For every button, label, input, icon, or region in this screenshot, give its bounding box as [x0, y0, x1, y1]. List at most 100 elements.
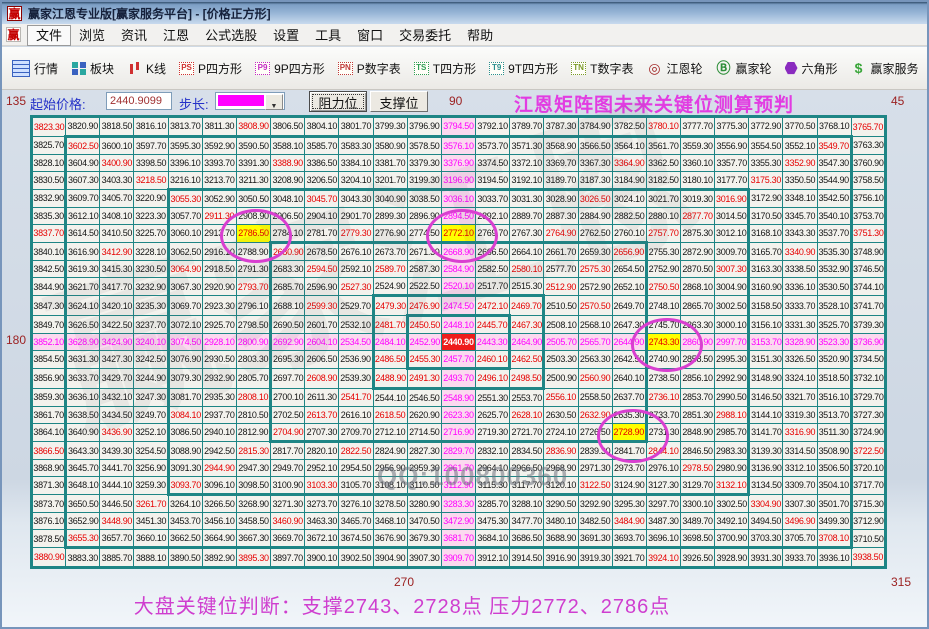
grid-cell: 2920.90 [202, 277, 236, 295]
grid-cell: 2510.50 [544, 296, 578, 316]
grid-cell: 3736.90 [851, 334, 885, 351]
t-number-table-button[interactable]: TNT数字表 [571, 60, 633, 77]
gann-wheel-button[interactable]: ◎江恩轮 [646, 60, 702, 77]
menu-item-2[interactable]: 资讯 [113, 26, 155, 45]
grid-cell: 3482.50 [578, 513, 612, 530]
grid-cell: 3218.50 [134, 171, 168, 189]
grid-cell: 3084.10 [168, 406, 202, 423]
grid-cell: 2810.50 [236, 406, 270, 423]
grid-cell: 2644.90 [612, 334, 646, 351]
grid-cell: 2918.50 [202, 261, 236, 278]
grid-cell: 3684.10 [476, 529, 510, 547]
sectors-button[interactable]: 板块 [71, 60, 114, 77]
grid-cell: 3465.70 [339, 513, 373, 530]
grid-cell: 3393.70 [202, 154, 236, 171]
menu-item-3[interactable]: 江恩 [155, 26, 197, 45]
grid-cell: 2822.50 [339, 441, 373, 459]
p-square-button[interactable]: PSP四方形 [179, 60, 242, 77]
grid-cell: 3585.70 [305, 136, 339, 154]
grid-cell: 3717.70 [851, 476, 885, 494]
grid-cell: 2680.90 [271, 243, 305, 261]
menu-item-0[interactable]: 文件 [27, 25, 71, 46]
grid-cell: 3357.70 [715, 154, 749, 171]
grid-cell: 3254.50 [134, 441, 168, 459]
kline-button[interactable]: K线 [127, 60, 166, 77]
start-price-input[interactable] [106, 92, 172, 110]
grid-cell: 2659.30 [578, 243, 612, 261]
9p-square-button[interactable]: P99P四方形 [255, 60, 325, 77]
grid-cell: 3002.50 [715, 296, 749, 316]
menu-item-6[interactable]: 工具 [307, 26, 349, 45]
grid-cell: 2798.50 [236, 315, 270, 333]
grid-cell: 3312.10 [783, 460, 817, 477]
menu-item-7[interactable]: 窗口 [349, 26, 391, 45]
grid-cell: 3494.50 [749, 513, 783, 530]
grid-cell: 3396.10 [168, 154, 202, 171]
grid-cell: 3878.50 [32, 529, 66, 547]
grid-cell: 2870.50 [680, 261, 714, 278]
grid-cell: 3271.30 [271, 495, 305, 513]
grid-cell: 3026.50 [578, 189, 612, 207]
grid-cell: 3216.10 [168, 171, 202, 189]
hexagon-button[interactable]: 六角形 [785, 60, 838, 77]
t-square-button[interactable]: TST四方形 [414, 60, 476, 77]
grid-cell: 2580.10 [510, 261, 544, 278]
grid-cell: 3081.70 [168, 388, 202, 406]
t9-badge-icon: T9 [489, 62, 504, 75]
winner-service-button[interactable]: $赢家服务 [851, 60, 919, 77]
grid-cell: 3679.30 [407, 529, 441, 547]
grid-cell: 3645.70 [66, 460, 100, 477]
grid-cell: 3136.90 [749, 460, 783, 477]
grid-cell: 2488.90 [373, 369, 407, 389]
menu-item-5[interactable]: 设置 [265, 26, 307, 45]
grid-cell: 3321.70 [783, 388, 817, 406]
menu-item-1[interactable]: 浏览 [71, 26, 113, 45]
grid-cell: 2481.70 [373, 315, 407, 333]
combo-dropdown-button[interactable]: ▼ [265, 94, 283, 110]
grid-cell: 2714.50 [407, 423, 441, 441]
grid-cell: 2599.30 [305, 296, 339, 316]
grid-cell: 2558.50 [578, 388, 612, 406]
grid-cell: 2932.90 [202, 369, 236, 389]
resistance-button[interactable]: 阻力位 [309, 91, 367, 112]
winner-wheel-button[interactable]: Ⓑ赢家轮 [715, 60, 771, 77]
support-button[interactable]: 支撑位 [370, 91, 428, 112]
grid-cell: 2690.50 [271, 315, 305, 333]
grid-cell: 3177.70 [715, 171, 749, 189]
menu-item-9[interactable]: 帮助 [459, 26, 501, 45]
grid-cell: 3842.50 [32, 261, 66, 278]
grid-cell: 3751.30 [851, 224, 885, 242]
9t-square-button[interactable]: T99T四方形 [489, 60, 558, 77]
grid-cell: 3280.90 [407, 495, 441, 513]
grid-cell: 3859.30 [32, 388, 66, 406]
grid-cell: 3412.90 [100, 243, 134, 261]
grid-cell: 2896.90 [407, 208, 441, 225]
grid-cell: 3609.70 [66, 189, 100, 207]
grid-cell: 2781.70 [305, 224, 339, 242]
grid-cell: 3424.90 [100, 334, 134, 351]
grid-cell: 2755.30 [646, 243, 680, 261]
grid-cell: 2952.10 [305, 460, 339, 477]
grid-cell: 3072.10 [168, 315, 202, 333]
grid-cell: 3453.70 [168, 513, 202, 530]
step-combobox[interactable]: ▼ [215, 92, 285, 110]
grid-cell: 2640.10 [612, 369, 646, 389]
p-number-table-button[interactable]: PNP数字表 [338, 60, 401, 77]
grid-cell: 2536.90 [339, 350, 373, 368]
grid-cell: 3172.90 [749, 189, 783, 207]
grid-cell: 3530.50 [817, 277, 851, 295]
grid-cell: 3314.50 [783, 441, 817, 459]
grid-cell: 3669.70 [271, 529, 305, 547]
grid-cell: 2505.70 [544, 334, 578, 351]
grid-cell: 2908.90 [236, 208, 270, 225]
menu-item-4[interactable]: 公式选股 [197, 26, 265, 45]
market-quotes-button[interactable]: 行情 [12, 60, 58, 77]
menu-item-8[interactable]: 交易委托 [391, 26, 459, 45]
grid-cell: 3583.30 [339, 136, 373, 154]
grid-cell: 3739.30 [851, 315, 885, 333]
grid-cell: 3348.10 [783, 189, 817, 207]
grid-cell: 3381.70 [373, 154, 407, 171]
grid-cell: 3144.10 [749, 406, 783, 423]
grid-cell: 3266.50 [202, 495, 236, 513]
grid-cell: 3309.70 [783, 476, 817, 494]
